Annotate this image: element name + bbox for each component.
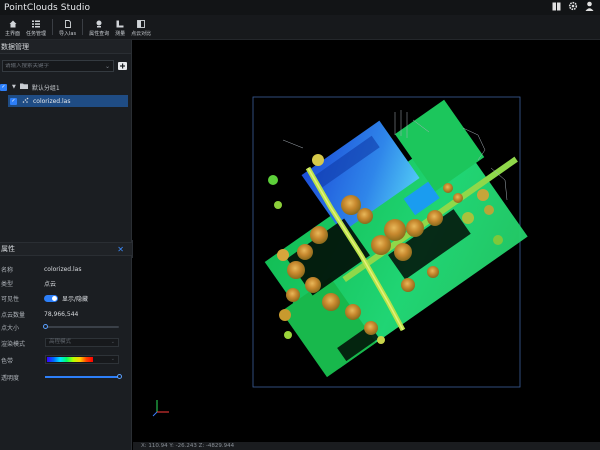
chevron-down-icon[interactable]: ⌄ [105,63,110,70]
prop-type-row: 类型 点云 [0,277,130,289]
toolbar-button-measure[interactable]: 测量 [112,15,128,37]
toolbar-label: 主界面 [5,31,21,37]
cursor-coordinates: X: 110.94 Y: -26.243 Z: -4829.944 [141,443,235,449]
add-file-button[interactable] [118,62,127,70]
folder-icon [19,83,28,91]
visibility-toggle[interactable] [44,294,58,302]
render-mode-select[interactable]: 高程模式 ⌄ [45,338,119,347]
toolbar-label: 测量 [115,31,126,37]
home-icon [9,20,17,28]
toolbar-button-tasks[interactable]: 任务管理 [23,15,49,37]
group-checkbox[interactable]: ✓ [0,83,7,91]
data-panel-title: 数据管理 [1,42,29,51]
toolbar-label: 点云对比 [131,31,152,37]
query-icon [95,20,103,28]
compare-icon [137,20,146,28]
prop-count-row: 点云数量 78,966,544 [0,308,130,320]
toolbar-button-query[interactable]: 属性查询 [86,15,112,37]
prop-value: colorized.las [44,265,82,273]
prop-key: 点云数量 [1,311,26,319]
toolbar-label: 导入las [59,31,77,37]
search-box[interactable]: ⌄ [2,60,114,72]
chevron-down-icon: ⌄ [110,356,115,362]
prop-visibility-row: 可见性 显示/隐藏 [0,292,130,304]
expand-caret-icon[interactable]: ▼ [12,84,16,90]
point-cloud-viewport[interactable] [133,40,600,442]
toolbar-label: 属性查询 [89,31,110,37]
add-icon [120,63,125,69]
opacity-slider-handle[interactable] [116,374,122,379]
data-panel-header: 数据管理 [0,40,131,54]
toolbar-divider [52,19,54,35]
opacity-slider[interactable] [45,374,122,379]
tree-group-row[interactable]: ✓ ▼ 默认分组1 [0,81,128,93]
sidebar: 数据管理 ⌄ ✓ ▼ 默认分组1 ✓ colorized.las 属性 ✕ 名称… [0,40,132,450]
search-input[interactable] [5,63,105,69]
main-toolbar: 主界面 任务管理 导入las 属性查询 测量 点云对比 [0,15,600,40]
toolbar-button-import[interactable]: 导入las [56,15,79,37]
prop-key: 色带 [1,357,14,365]
title-bar: PointClouds Studio [0,0,600,15]
axis-gizmo [152,400,169,417]
gear-icon[interactable] [568,1,578,14]
toolbar-button-home[interactable]: 主界面 [2,15,23,37]
close-icon[interactable]: ✕ [117,243,124,257]
prop-key: 透明度 [1,374,20,382]
point-size-slider[interactable] [42,324,119,329]
prop-key: 渲染模式 [1,340,26,348]
file-label: colorized.las [33,97,71,105]
color-ramp-preview [47,357,93,362]
properties-header: 属性 ✕ [0,242,132,256]
app-title: PointClouds Studio [4,2,91,13]
chevron-down-icon: ⌄ [110,339,115,345]
layout-icon[interactable] [552,2,561,14]
point-cloud-render[interactable] [133,40,600,442]
tree-file-row[interactable]: ✓ colorized.las [8,95,128,107]
prop-value: 点云 [44,280,57,288]
prop-value: 显示/隐藏 [62,295,89,303]
prop-value: 78,966,544 [44,310,79,318]
point-size-slider-handle[interactable] [42,324,48,329]
toolbar-label: 任务管理 [26,31,47,37]
color-ramp-select[interactable]: ⌄ [45,355,119,364]
prop-name-row: 名称 colorized.las [0,263,130,275]
file-checkbox[interactable]: ✓ [10,97,17,105]
toolbar-button-compare[interactable]: 点云对比 [128,15,154,37]
prop-key: 可见性 [1,295,20,303]
pointcloud-file-icon [22,97,29,106]
list-icon [32,20,41,28]
toolbar-divider [82,19,84,35]
ruler-icon [116,20,124,28]
file-import-icon [64,20,72,28]
user-icon[interactable] [585,1,594,14]
status-bar: X: 110.94 Y: -26.243 Z: -4829.944 [133,442,600,450]
prop-key: 名称 [1,266,14,274]
properties-title: 属性 [1,245,15,253]
prop-key: 类型 [1,280,14,288]
group-label: 默认分组1 [31,84,60,92]
opacity-slider-fill [45,376,119,378]
prop-key: 点大小 [1,324,20,332]
render-mode-value: 高程模式 [49,339,72,345]
